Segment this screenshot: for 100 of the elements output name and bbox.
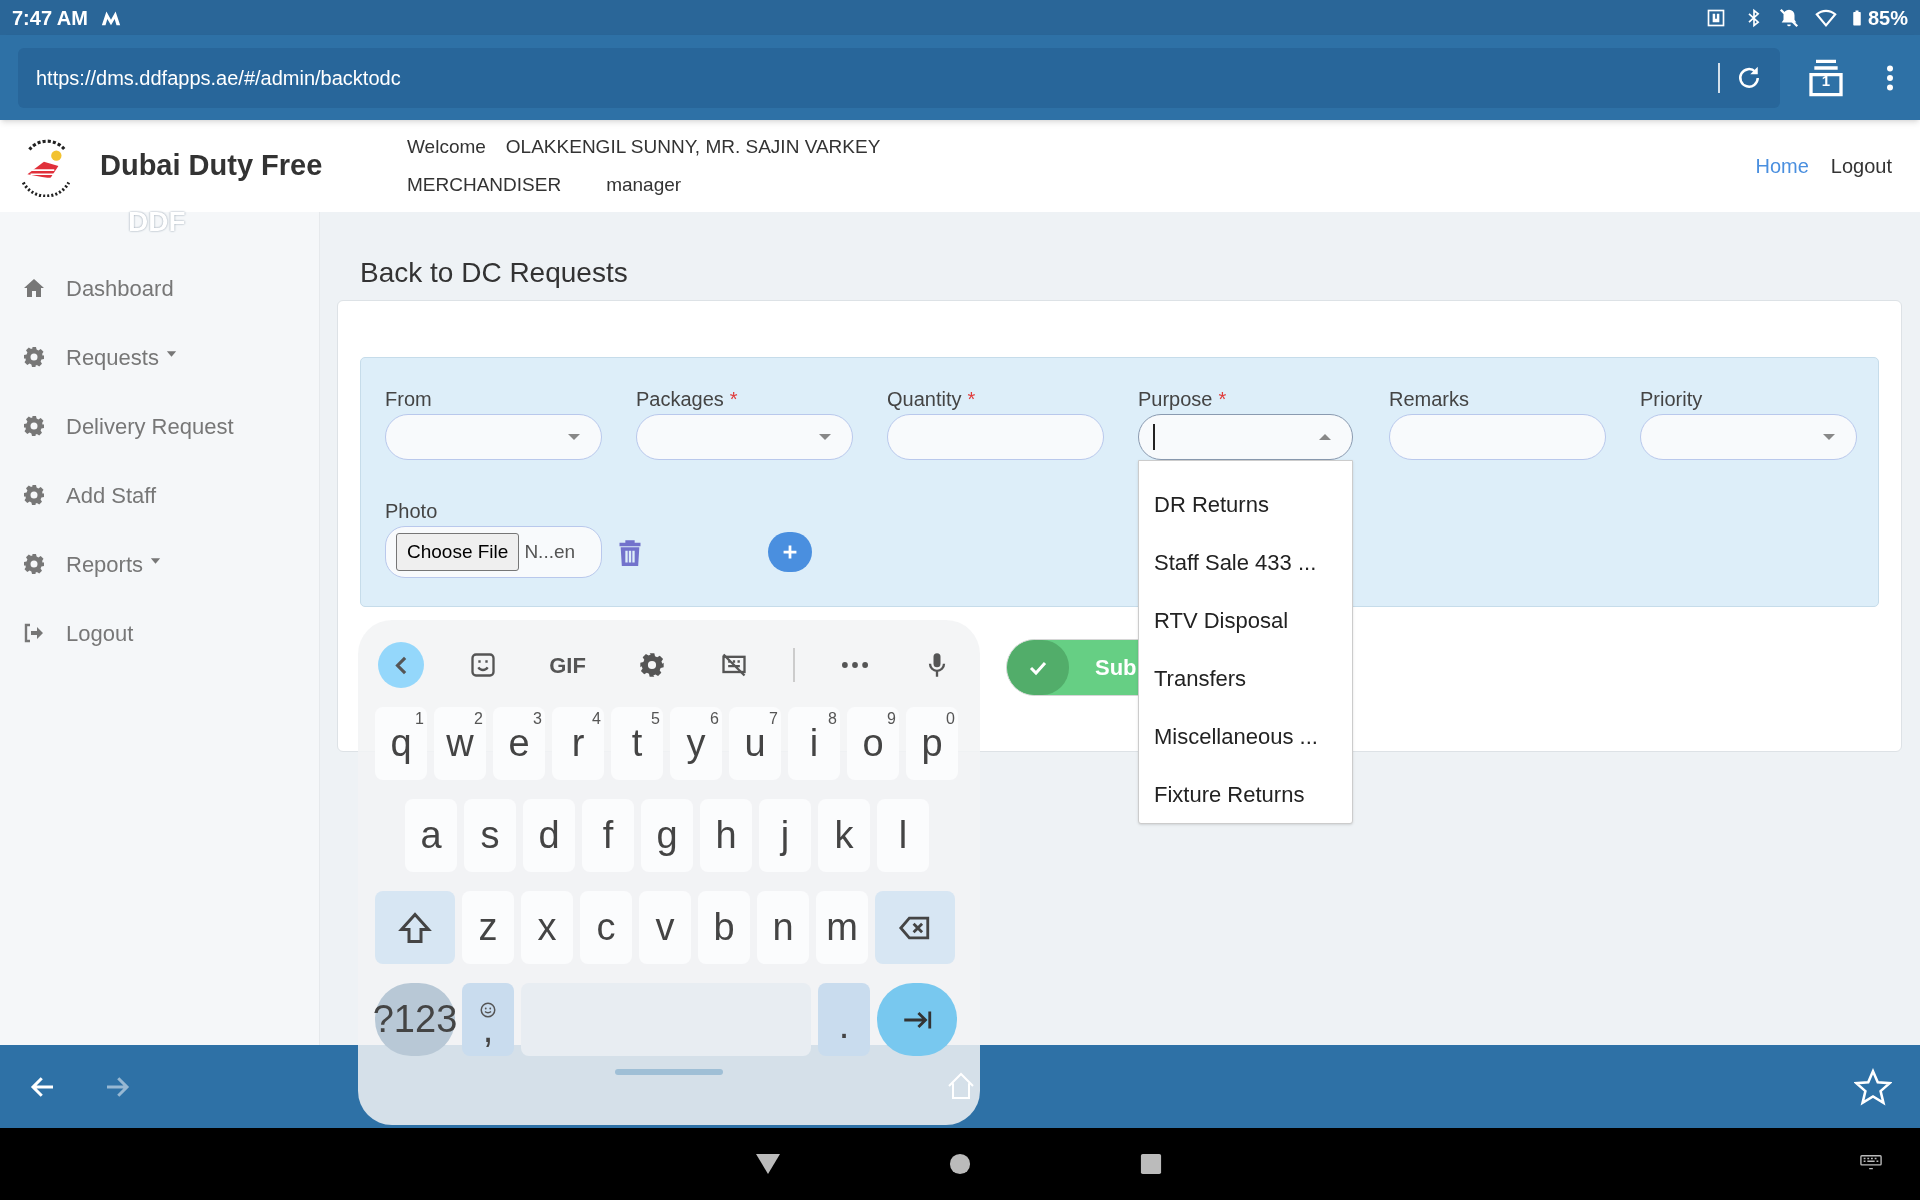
key-hint: 7	[769, 709, 778, 729]
keyboard-key[interactable]: p 0	[906, 707, 958, 780]
file-input[interactable]: Choose File N...en	[385, 526, 602, 578]
period-key[interactable]: .	[818, 983, 870, 1056]
key-hint: 1	[415, 709, 424, 729]
emoji-icon	[479, 1000, 497, 1019]
key-hint: 8	[828, 709, 837, 729]
home-circle-icon	[949, 1153, 971, 1175]
keyboard-key[interactable]: h	[700, 799, 752, 872]
input-field[interactable]	[887, 414, 1104, 460]
field-label: Quantity *	[887, 387, 976, 412]
dropdown-option[interactable]: Staff Sale 433 ...	[1139, 533, 1352, 591]
keyboard-key[interactable]: l	[877, 799, 929, 872]
keyboard-key[interactable]: d	[523, 799, 575, 872]
dropdown-field[interactable]	[385, 414, 602, 460]
gif-button[interactable]: GIF	[542, 648, 593, 682]
url-text: https://dms.ddfapps.ae/#/admin/backtodc	[36, 65, 402, 91]
input-field[interactable]	[1389, 414, 1606, 460]
gear-icon	[22, 345, 46, 369]
keyboard-key[interactable]: w 2	[434, 707, 486, 780]
keyboard-key[interactable]: f	[582, 799, 634, 872]
keyboard-key[interactable]: e 3	[493, 707, 545, 780]
keyboard-key[interactable]: a	[405, 799, 457, 872]
keyboard-off-icon	[720, 651, 749, 679]
keyboard-key[interactable]: z	[462, 891, 514, 964]
dropdown-option[interactable]: DR Returns	[1139, 475, 1352, 533]
keyboard-key[interactable]: u 7	[729, 707, 781, 780]
emoji-comma-key[interactable]: ,	[462, 983, 514, 1056]
dropdown-option[interactable]: Fixture Returns	[1139, 765, 1352, 823]
back-triangle-icon	[756, 1154, 780, 1174]
logout-icon	[22, 621, 46, 645]
sticker-icon	[469, 651, 498, 679]
sidebar-item[interactable]: Requests	[0, 335, 319, 379]
dropdown-field[interactable]	[1138, 414, 1353, 460]
key-hint: 6	[710, 709, 719, 729]
field-label: From	[385, 387, 432, 412]
dropdown-option[interactable]: RTV Disposal	[1139, 591, 1352, 649]
keyboard-key[interactable]: t 5	[611, 707, 663, 780]
backspace-key[interactable]	[875, 891, 955, 964]
settings-icon	[637, 651, 666, 679]
caret-down-icon	[818, 432, 832, 442]
sidebar-item[interactable]: Delivery Request	[0, 404, 319, 448]
nav-link[interactable]: Logout	[1830, 151, 1892, 181]
keyboard-key[interactable]: v	[639, 891, 691, 964]
field-label: Photo	[385, 499, 438, 524]
key-hint: 9	[887, 709, 896, 729]
caret-down-icon	[1822, 432, 1836, 442]
brand-name: Dubai Duty Free	[100, 148, 324, 184]
key-hint: 4	[592, 709, 601, 729]
sidebar-item[interactable]: Reports	[0, 542, 319, 586]
address-bar[interactable]: https://dms.ddfapps.ae/#/admin/backtodc	[18, 47, 1780, 108]
keyboard-key[interactable]: i 8	[788, 707, 840, 780]
mute-bell-icon	[1777, 6, 1800, 29]
keyboard-key[interactable]: b	[698, 891, 750, 964]
key-hint: 3	[533, 709, 542, 729]
choose-file-button[interactable]: Choose File	[396, 533, 520, 571]
symbols-key[interactable]: ?123	[375, 983, 455, 1056]
star-icon	[1854, 1067, 1892, 1106]
keyboard-key[interactable]: m	[816, 891, 868, 964]
keyboard-key[interactable]: n	[757, 891, 809, 964]
more-icon	[841, 662, 868, 668]
keyboard-key[interactable]: x	[521, 891, 573, 964]
sidebar-item[interactable]: Dashboard	[0, 266, 319, 310]
field-label: Purpose *	[1138, 387, 1227, 412]
menu-icon	[1887, 64, 1893, 91]
key-hint: 2	[474, 709, 483, 729]
sidebar-item[interactable]: Logout	[0, 611, 319, 655]
field-label: Remarks	[1389, 387, 1469, 412]
gear-icon	[22, 483, 46, 507]
tab-switcher-button[interactable]: 1	[1806, 57, 1846, 98]
gear-icon	[22, 414, 46, 438]
keyboard-key[interactable]: y 6	[670, 707, 722, 780]
keyboard-key[interactable]: j	[759, 799, 811, 872]
sidebar-item[interactable]: Add Staff	[0, 473, 319, 517]
drag-handle[interactable]	[615, 1069, 723, 1075]
keyboard-key[interactable]: q 1	[375, 707, 427, 780]
page-title: Back to DC Requests	[359, 256, 629, 290]
battery-level: 85%	[1867, 5, 1908, 31]
caret-up-icon	[1318, 432, 1332, 442]
dropdown-option[interactable]: Miscellaneous ...	[1139, 707, 1352, 765]
user-role: MERCHANDISER	[407, 173, 562, 197]
shift-key[interactable]	[375, 891, 455, 964]
keyboard-key[interactable]: s	[464, 799, 516, 872]
dropdown-option[interactable]: Transfers	[1139, 649, 1352, 707]
clock-time: 7:47 AM	[12, 5, 88, 31]
keyboard-key[interactable]: o 9	[847, 707, 899, 780]
key-hint: 0	[946, 709, 955, 729]
back-button[interactable]	[378, 642, 424, 688]
dropdown-field[interactable]	[1640, 414, 1857, 460]
keyboard-key[interactable]: g	[641, 799, 693, 872]
keyboard-key[interactable]: r 4	[552, 707, 604, 780]
keyboard-key[interactable]: c	[580, 891, 632, 964]
dropdown-field[interactable]	[636, 414, 853, 460]
add-button[interactable]	[768, 532, 812, 572]
key-hint: 5	[651, 709, 660, 729]
keyboard-key[interactable]: k	[818, 799, 870, 872]
user-type: manager	[606, 173, 682, 197]
field-label: Packages *	[636, 387, 738, 412]
recents-square-icon	[1140, 1153, 1162, 1175]
nfc-icon	[1705, 7, 1726, 28]
